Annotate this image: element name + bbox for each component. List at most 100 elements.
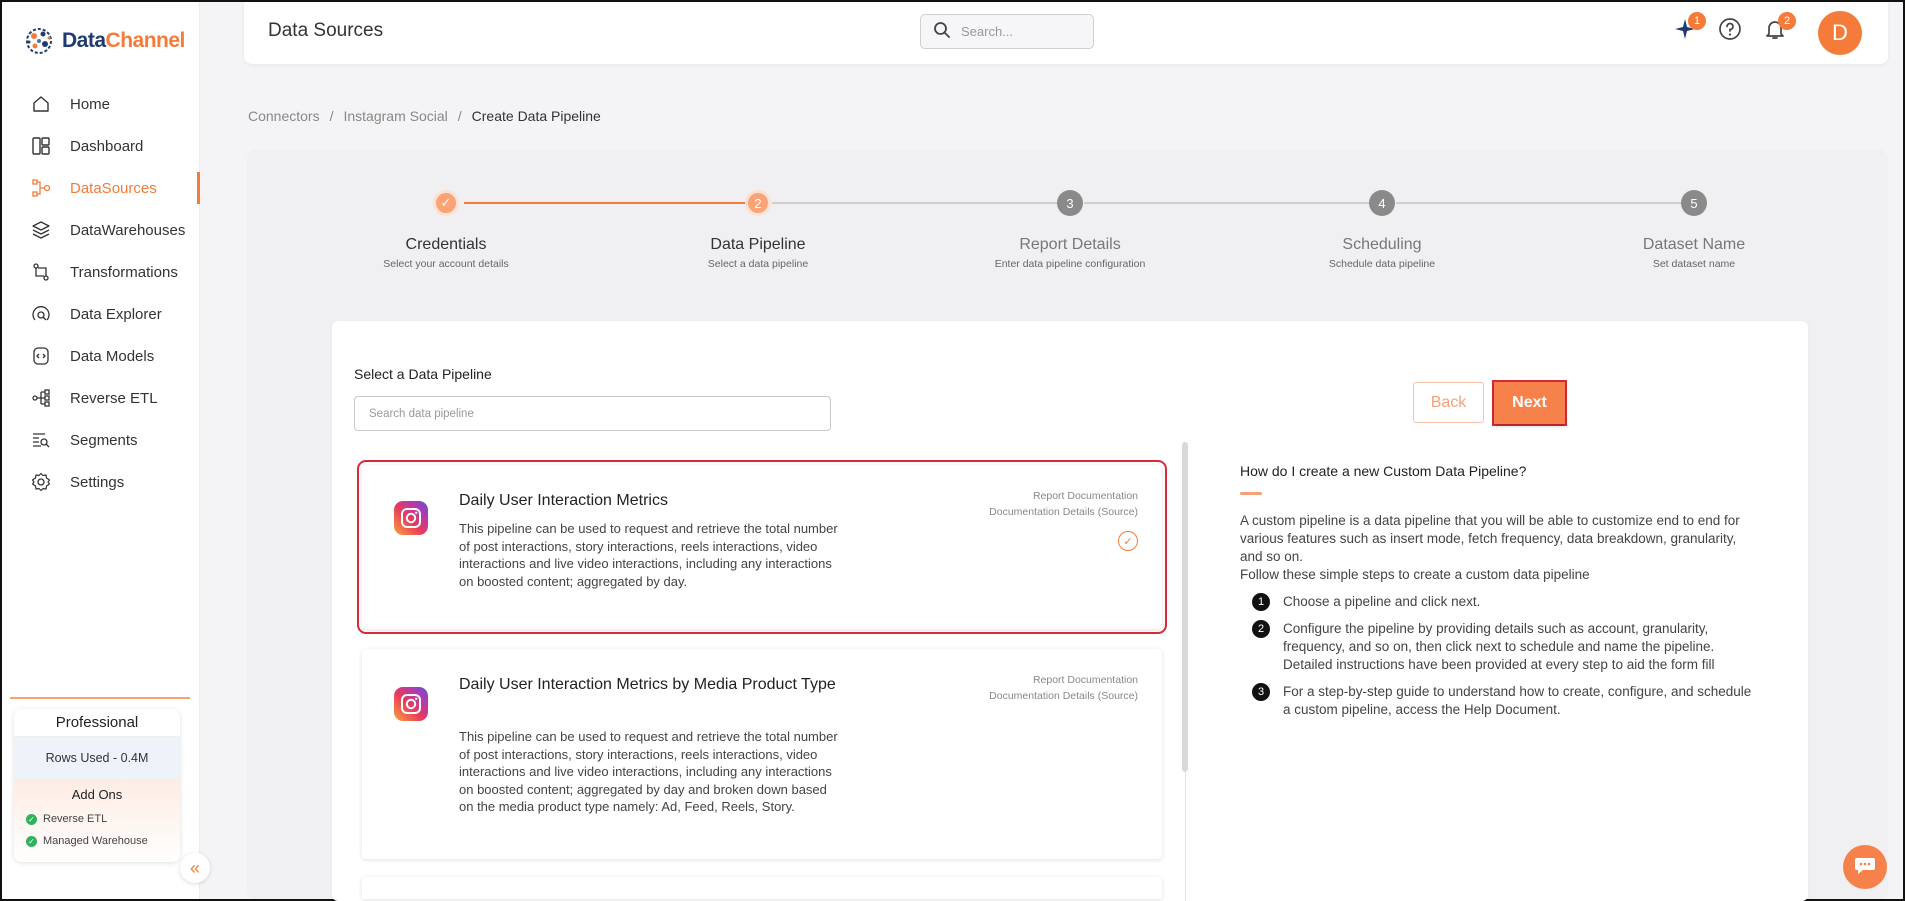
select-pipeline-label: Select a Data Pipeline bbox=[354, 366, 492, 382]
brand-name: DataChannel bbox=[62, 29, 185, 52]
check-circle-icon: ✓ bbox=[26, 835, 37, 847]
chat-bubble-icon bbox=[1853, 853, 1877, 882]
sidebar-item-settings[interactable]: Settings bbox=[2, 461, 200, 503]
list-scrollbar[interactable] bbox=[1182, 442, 1188, 772]
breadcrumb-link-instagram[interactable]: Instagram Social bbox=[343, 108, 447, 124]
step-1-label: Credentials bbox=[405, 236, 487, 253]
addon-label: Reverse ETL bbox=[43, 813, 108, 825]
help-step-text: Configure the pipeline by providing deta… bbox=[1283, 621, 1715, 672]
sidebar: DataChannel Home Dashboard DataSources D… bbox=[2, 2, 200, 899]
sidebar-item-label: Transformations bbox=[70, 263, 178, 281]
sidebar-item-label: DataWarehouses bbox=[70, 221, 186, 239]
notification-badge: 2 bbox=[1778, 12, 1796, 30]
instagram-icon bbox=[394, 501, 428, 535]
notifications-button[interactable]: 2 bbox=[1762, 12, 1796, 44]
step-5-indicator[interactable]: 5 bbox=[1681, 190, 1707, 216]
sidebar-item-label: Dashboard bbox=[70, 137, 144, 155]
help-paragraph: A custom pipeline is a data pipeline tha… bbox=[1240, 513, 1740, 564]
user-avatar[interactable]: D bbox=[1818, 11, 1862, 55]
help-step: 2 Configure the pipeline by providing de… bbox=[1252, 620, 1752, 674]
step-3-label: Report Details bbox=[1019, 236, 1121, 253]
brand-logo[interactable]: DataChannel bbox=[22, 22, 185, 60]
step-5-subtitle: Set dataset name bbox=[1652, 258, 1736, 270]
sidebar-item-data-models[interactable]: Data Models bbox=[2, 335, 200, 377]
sidebar-nav: Home Dashboard DataSources DataWarehouse… bbox=[2, 83, 200, 503]
ai-sparkle-button[interactable]: 1 bbox=[1672, 12, 1706, 44]
check-circle-icon: ✓ bbox=[26, 813, 37, 825]
notification-badge: 1 bbox=[1688, 12, 1706, 30]
pipeline-card-daily-user-interaction[interactable]: Daily User Interaction Metrics This pipe… bbox=[357, 460, 1167, 634]
chat-support-button[interactable] bbox=[1843, 845, 1887, 889]
help-title-accent bbox=[1240, 492, 1262, 495]
addon-item: ✓ Managed Warehouse bbox=[14, 830, 180, 852]
back-button[interactable]: Back bbox=[1413, 382, 1484, 423]
sidebar-item-transformations[interactable]: Transformations bbox=[2, 251, 200, 293]
step-3-indicator[interactable]: 3 bbox=[1057, 190, 1083, 216]
sidebar-item-label: Home bbox=[70, 95, 111, 113]
breadcrumb-link-connectors[interactable]: Connectors bbox=[248, 108, 320, 124]
explorer-icon bbox=[30, 303, 52, 325]
pipeline-description: This pipeline can be used to request and… bbox=[459, 729, 838, 814]
collapse-sidebar-button[interactable]: « bbox=[180, 853, 210, 883]
double-chevron-left-icon: « bbox=[189, 857, 200, 878]
step-number: 3 bbox=[1252, 683, 1270, 701]
pipeline-description: This pipeline can be used to request and… bbox=[459, 521, 838, 589]
help-step-text: Choose a pipeline and click next. bbox=[1283, 594, 1481, 609]
stepper-connector bbox=[464, 202, 746, 204]
top-header: Data Sources Search... 1 2 D bbox=[244, 2, 1888, 64]
pipeline-search-input[interactable] bbox=[354, 396, 831, 431]
step-2-subtitle: Select a data pipeline bbox=[707, 258, 809, 270]
next-button[interactable]: Next bbox=[1494, 382, 1565, 424]
stepper-connector bbox=[772, 202, 1058, 204]
report-documentation-link[interactable]: Report Documentation bbox=[989, 488, 1138, 504]
pipeline-doc-links: Report Documentation Documentation Detai… bbox=[989, 488, 1138, 520]
help-steps-list: 1 Choose a pipeline and click next. 2 Co… bbox=[1252, 593, 1752, 728]
step-4-indicator[interactable]: 4 bbox=[1369, 190, 1395, 216]
pipeline-card-partial[interactable] bbox=[362, 877, 1162, 899]
sidebar-item-dashboard[interactable]: Dashboard bbox=[2, 125, 200, 167]
global-search[interactable]: Search... bbox=[920, 14, 1094, 49]
sidebar-item-segments[interactable]: Segments bbox=[2, 419, 200, 461]
instagram-icon bbox=[394, 687, 428, 721]
documentation-details-link[interactable]: Documentation Details (Source) bbox=[989, 504, 1138, 520]
step-2-label: Data Pipeline bbox=[710, 236, 806, 253]
step-1-indicator[interactable]: ✓ bbox=[433, 190, 459, 216]
stepper-connector bbox=[1396, 202, 1682, 204]
pipeline-title: Daily User Interaction Metrics by Media … bbox=[459, 676, 836, 693]
plan-name: Professional bbox=[14, 709, 180, 737]
search-input[interactable]: Search... bbox=[961, 24, 1013, 39]
search-icon bbox=[933, 21, 951, 42]
sidebar-item-home[interactable]: Home bbox=[2, 83, 200, 125]
sidebar-item-label: Data Models bbox=[70, 347, 155, 365]
help-step-text: For a step-by-step guide to understand h… bbox=[1283, 684, 1752, 717]
help-title: How do I create a new Custom Data Pipeli… bbox=[1240, 463, 1527, 479]
breadcrumb-current: Create Data Pipeline bbox=[471, 108, 601, 124]
documentation-details-link[interactable]: Documentation Details (Source) bbox=[989, 688, 1138, 704]
step-1-subtitle: Select your account details bbox=[383, 258, 509, 270]
addon-label: Managed Warehouse bbox=[43, 835, 148, 847]
help-description: A custom pipeline is a data pipeline tha… bbox=[1240, 512, 1750, 584]
help-follow-text: Follow these simple steps to create a cu… bbox=[1240, 567, 1590, 582]
sidebar-item-label: Settings bbox=[70, 473, 125, 491]
sidebar-item-reverse-etl[interactable]: Reverse ETL bbox=[2, 377, 200, 419]
addons-section: Add Ons ✓ Reverse ETL ✓ Managed Warehous… bbox=[14, 779, 180, 862]
page-title: Data Sources bbox=[268, 20, 384, 41]
sidebar-item-data-explorer[interactable]: Data Explorer bbox=[2, 293, 200, 335]
help-button[interactable] bbox=[1717, 17, 1743, 44]
report-documentation-link[interactable]: Report Documentation bbox=[989, 672, 1138, 688]
sidebar-item-datasources[interactable]: DataSources bbox=[2, 167, 200, 209]
sidebar-item-label: DataSources bbox=[70, 179, 157, 197]
sidebar-item-label: Data Explorer bbox=[70, 305, 162, 323]
check-icon: ✓ bbox=[440, 195, 452, 210]
step-3-subtitle: Enter data pipeline configuration bbox=[994, 258, 1146, 270]
step-5-label: Dataset Name bbox=[1642, 236, 1746, 253]
layers-icon bbox=[30, 219, 52, 241]
sidebar-item-datawarehouses[interactable]: DataWarehouses bbox=[2, 209, 200, 251]
step-2-indicator[interactable]: 2 bbox=[745, 190, 771, 216]
segments-icon bbox=[30, 429, 52, 451]
pipeline-card-daily-user-interaction-by-media[interactable]: Daily User Interaction Metrics by Media … bbox=[362, 649, 1162, 859]
breadcrumb: Connectors / Instagram Social / Create D… bbox=[248, 108, 601, 124]
sidebar-item-label: Segments bbox=[70, 431, 138, 449]
pipeline-doc-links: Report Documentation Documentation Detai… bbox=[989, 672, 1138, 704]
breadcrumb-separator: / bbox=[457, 108, 462, 124]
